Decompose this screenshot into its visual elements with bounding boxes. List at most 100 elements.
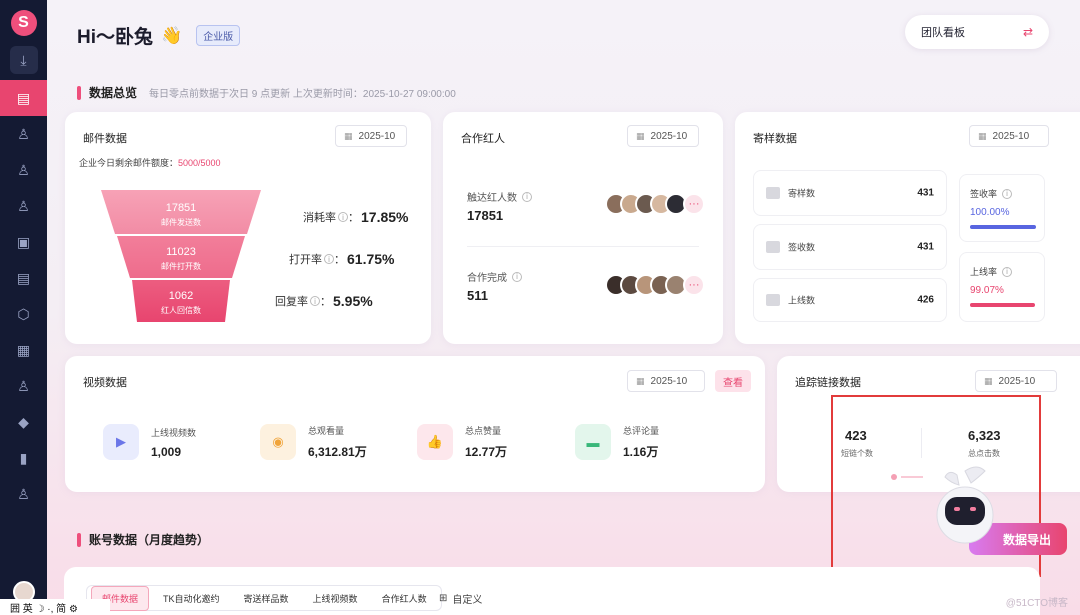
tab-samples-sent[interactable]: 寄送样品数 <box>234 587 299 610</box>
main-content: Hi～卧兔 👋 企业版 团队看板 ⇄ 数据总览 每日零点前数据于次日 9 点更新… <box>47 0 1080 615</box>
profile-icon[interactable]: ♙ <box>0 476 47 512</box>
more-icon[interactable]: ··· <box>683 274 705 296</box>
section-marker <box>77 85 81 100</box>
completed-avatars[interactable]: ··· <box>605 274 705 296</box>
reply-rate: 回复率 i： 5.95% <box>275 293 373 309</box>
info-icon[interactable]: i <box>310 296 320 306</box>
comments-label: 总评论量 <box>623 426 660 436</box>
video-date-value: 2025-10 <box>650 375 688 387</box>
watermark: @51CTO博客 <box>1005 598 1068 609</box>
reached-label: 触达红人数 i <box>467 189 532 204</box>
tracking-date-value: 2025-10 <box>998 375 1036 387</box>
mail-date-picker[interactable]: ▦ 2025-10 <box>335 125 407 147</box>
completed-label-text: 合作完成 <box>467 273 507 284</box>
video-card-title: 视频数据 <box>83 377 127 389</box>
calendar-icon: ▦ <box>636 130 645 141</box>
views-label: 总观看量 <box>308 426 345 436</box>
funnel-value-3: 1062 <box>169 290 193 302</box>
user-group-icon[interactable]: ♙ <box>0 152 47 188</box>
info-icon[interactable]: i <box>522 191 532 202</box>
robot-assistant-icon[interactable] <box>935 465 999 545</box>
kol-date-picker[interactable]: ▦ 2025-10 <box>627 125 699 147</box>
video-icon: ▶ <box>103 424 139 460</box>
wave-icon: 👋 <box>161 25 183 45</box>
kol-card: 合作红人 ▦ 2025-10 触达红人数 i 17851 ··· 合作完成 i 51… <box>443 112 723 344</box>
image-icon[interactable]: ▦ <box>0 332 47 368</box>
sample-signed-stat: 签收数 431 <box>753 224 947 270</box>
sign-rate-progress <box>970 225 1036 229</box>
mail-funnel: 17851 邮件发送数 11023 邮件打开数 1062 红人回信数 <box>101 190 261 327</box>
info-icon[interactable]: i <box>338 212 348 222</box>
team-dashboard-select[interactable]: 团队看板 ⇄ <box>905 15 1049 49</box>
video-count-value: 1,009 <box>151 444 182 459</box>
user-search-icon[interactable]: ♙ <box>0 188 47 224</box>
open-rate: 打开率 i： 61.75% <box>289 251 395 267</box>
comment-icon: ▬ <box>575 424 611 460</box>
consume-rate-value: 17.85% <box>361 209 409 225</box>
funnel-value-1: 17851 <box>166 202 197 214</box>
completed-value: 511 <box>467 288 488 303</box>
likes-label: 总点赞量 <box>465 426 502 436</box>
online-rate-label: 上线率 i <box>970 265 1013 278</box>
tab-tk-invite[interactable]: TK自动化邀约 <box>153 587 230 610</box>
sample-signed-value: 431 <box>917 241 934 253</box>
info-icon[interactable]: i <box>1002 266 1013 277</box>
views-value: 6,312.81万 <box>308 445 367 459</box>
dashboard-icon[interactable]: ▤ <box>0 80 47 116</box>
ime-toolbar[interactable]: 囲 英 ☽ ·, 简 ⚙ <box>0 599 110 615</box>
sample-sent-value: 431 <box>917 187 934 199</box>
box-icon[interactable]: ⬡ <box>0 296 47 332</box>
open-rate-label: 打开率 <box>289 254 322 266</box>
download-icon[interactable]: ⤓ <box>9 46 38 74</box>
info-icon[interactable]: i <box>1002 188 1013 199</box>
completed-label: 合作完成 i <box>467 269 522 284</box>
chart-icon[interactable]: ▮ <box>0 440 47 476</box>
person-star-icon[interactable]: ♙ <box>0 368 47 404</box>
custom-button[interactable]: ⊞ 自定义 <box>439 591 482 606</box>
mail-date-value: 2025-10 <box>358 130 396 142</box>
eye-icon: ◉ <box>260 424 296 460</box>
info-icon[interactable]: i <box>512 271 522 282</box>
video-card: 视频数据 ▦ 2025-10 查看 ▶ 上线视频数 1,009 ◉ 总观看量 6,3… <box>65 356 765 492</box>
document-icon[interactable]: ▤ <box>0 260 47 296</box>
sign-rate-box: 签收率 i 100.00% <box>959 174 1045 242</box>
more-icon[interactable]: ··· <box>683 193 705 215</box>
reached-value: 17851 <box>467 208 504 223</box>
calendar-icon: ▦ <box>984 375 993 386</box>
sample-date-picker[interactable]: ▦ 2025-10 <box>969 125 1049 147</box>
calendar-icon: ▦ <box>636 375 645 386</box>
greeting-text: Hi～卧兔 <box>77 27 154 48</box>
wallet-icon[interactable]: ▣ <box>0 224 47 260</box>
tab-videos-online[interactable]: 上线视频数 <box>303 587 368 610</box>
user-icon[interactable]: ♙ <box>0 116 47 152</box>
section-marker <box>77 532 81 547</box>
online-rate-value: 99.07% <box>970 285 1004 296</box>
comments-stat: ▬ 总评论量 1.16万 <box>575 424 659 460</box>
sample-online-stat: 上线数 426 <box>753 278 947 322</box>
greeting: Hi～卧兔 👋 企业版 <box>77 22 241 49</box>
reached-label-text: 触达红人数 <box>467 193 517 204</box>
overview-subtitle: 每日零点前数据于次日 9 点更新 上次更新时间：2025-10-27 09:00… <box>149 89 456 100</box>
sidebar: S ⤓ ▤ ♙ ♙ ♙ ▣ ▤ ⬡ ▦ ♙ ◆ ▮ ♙ <box>0 0 47 615</box>
overview-title: 数据总览 <box>89 86 138 100</box>
swap-icon[interactable]: ⇄ <box>1023 25 1033 39</box>
consume-rate: 消耗率 i： 17.85% <box>303 209 409 225</box>
view-button[interactable]: 查看 <box>715 370 751 392</box>
info-icon[interactable]: i <box>324 254 334 264</box>
sample-online-value: 426 <box>917 294 934 306</box>
divider <box>467 246 699 247</box>
calendar-icon: ▦ <box>344 130 353 141</box>
funnel-label-2: 邮件打开数 <box>161 261 201 271</box>
video-date-picker[interactable]: ▦ 2025-10 <box>627 370 705 392</box>
diamond-icon[interactable]: ◆ <box>0 404 47 440</box>
funnel-value-2: 11023 <box>166 246 196 258</box>
likes-value: 12.77万 <box>465 445 508 459</box>
reached-avatars[interactable]: ··· <box>605 193 705 215</box>
tab-kol-count[interactable]: 合作红人数 <box>372 587 437 610</box>
app-logo[interactable]: S <box>10 10 37 36</box>
video-count-stat: ▶ 上线视频数 1,009 <box>103 424 196 460</box>
tracking-date-picker[interactable]: ▦ 2025-10 <box>975 370 1057 392</box>
enterprise-badge: 企业版 <box>196 25 241 46</box>
sample-card: 寄样数据 ▦ 2025-10 寄样数 431 签收数 431 上线数 426 签… <box>735 112 1080 344</box>
kol-card-title: 合作红人 <box>461 133 505 145</box>
